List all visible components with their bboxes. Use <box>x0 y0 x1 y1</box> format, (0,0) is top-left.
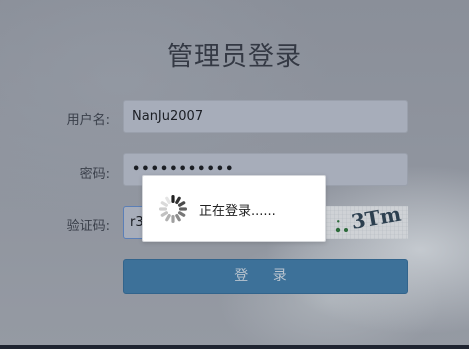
bottom-bar <box>0 345 469 349</box>
captcha-graphic: · 3Tm <box>326 206 408 239</box>
svg-text:·: · <box>336 215 341 230</box>
password-label: 密码: <box>79 167 110 182</box>
username-label: 用户名: <box>66 113 110 128</box>
captcha-image[interactable]: · 3Tm <box>326 206 408 239</box>
captcha-label: 验证码: <box>66 219 110 234</box>
page-title: 管理员登录 <box>166 42 302 72</box>
loading-text: 正在登录...... <box>199 204 276 219</box>
username-input[interactable]: NanJu2007 <box>123 100 408 133</box>
spinner-icon <box>159 195 187 223</box>
login-button[interactable]: 登 录 <box>123 259 408 294</box>
loading-dialog: 正在登录...... <box>142 175 326 242</box>
